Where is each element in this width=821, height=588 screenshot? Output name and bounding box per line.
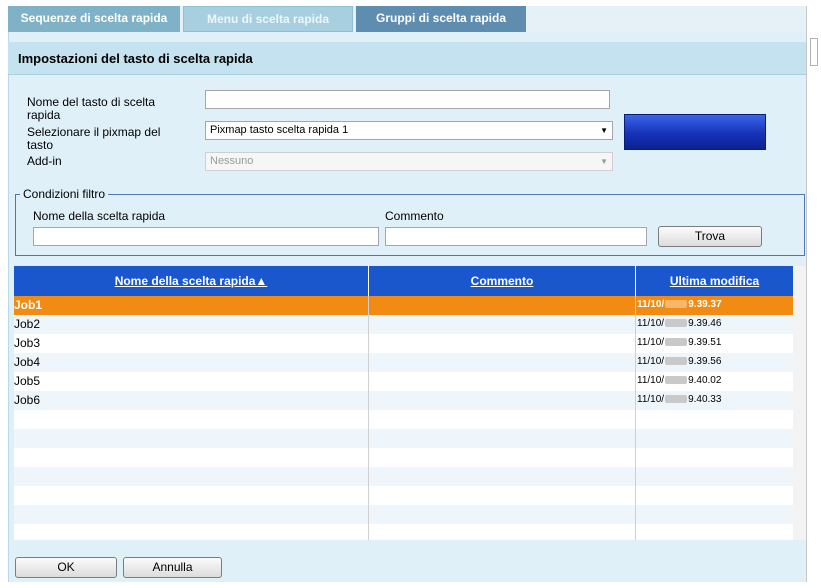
- row-date: 11/10/9.40.33: [637, 394, 721, 405]
- pixmap-select-value: Pixmap tasto scelta rapida 1: [210, 124, 349, 136]
- table-row[interactable]: Job3 11/10/9.39.51: [14, 334, 793, 353]
- find-button[interactable]: Trova: [658, 226, 762, 247]
- table-row-empty: [14, 429, 793, 448]
- table-row[interactable]: Job4 11/10/9.39.56: [14, 353, 793, 372]
- row-time: 9.39.46: [688, 318, 722, 329]
- row-date: 11/10/9.40.02: [637, 375, 721, 386]
- filter-name-input[interactable]: [33, 227, 379, 246]
- row-time: 9.40.02: [688, 375, 722, 386]
- redacted-year: [665, 395, 688, 404]
- filter-name-label: Nome della scelta rapida: [33, 209, 166, 223]
- pixmap-select[interactable]: Pixmap tasto scelta rapida 1 ▼: [205, 121, 613, 140]
- shortcut-table: Nome della scelta rapida▲ Commento Ultim…: [14, 266, 793, 540]
- redacted-year: [665, 376, 688, 385]
- table-scrollbar[interactable]: [793, 266, 806, 540]
- column-header-last-modified[interactable]: Ultima modifica: [636, 266, 793, 296]
- table-row-empty: [14, 410, 793, 429]
- table-row-empty: [14, 467, 793, 486]
- redacted-year: [665, 300, 688, 309]
- row-name: Job4: [14, 355, 41, 369]
- row-time: 9.40.33: [688, 394, 722, 405]
- tab-bar: Sequenze di scelta rapida Menu di scelta…: [8, 6, 806, 33]
- table-row-empty: [14, 486, 793, 505]
- key-name-input[interactable]: [205, 90, 610, 109]
- table-row[interactable]: Job1 11/10/9.39.37: [14, 296, 793, 315]
- chevron-down-icon: ▼: [600, 157, 608, 166]
- table-row[interactable]: Job6 11/10/9.40.33: [14, 391, 793, 410]
- tab-shortcut-sequences[interactable]: Sequenze di scelta rapida: [8, 6, 180, 32]
- row-date: 11/10/9.39.56: [637, 356, 721, 367]
- table-row[interactable]: Job2 11/10/9.39.46: [14, 315, 793, 334]
- row-date-prefix: 11/10/: [637, 356, 665, 367]
- column-divider: [635, 296, 636, 540]
- row-date-prefix: 11/10/: [637, 318, 665, 329]
- key-name-label-line2: rapida: [27, 108, 61, 122]
- filter-comment-label: Commento: [385, 209, 444, 223]
- row-name: Job5: [14, 374, 41, 388]
- section-header: Impostazioni del tasto di scelta rapida: [8, 42, 806, 75]
- key-name-label-line1: Nome del tasto di scelta: [27, 95, 156, 109]
- redacted-year: [665, 357, 688, 366]
- addin-select-value: Nessuno: [210, 155, 254, 167]
- redacted-year: [665, 338, 688, 347]
- row-time: 9.39.56: [688, 356, 722, 367]
- row-name: Job2: [14, 317, 41, 331]
- row-date-prefix: 11/10/: [637, 337, 665, 348]
- filter-legend: Condizioni filtro: [20, 187, 109, 201]
- pixmap-label-line1: Selezionare il pixmap del: [27, 125, 161, 139]
- row-name: Job1: [14, 298, 43, 312]
- ok-button[interactable]: OK: [15, 557, 117, 578]
- tab-shortcut-menu[interactable]: Menu di scelta rapida: [183, 6, 353, 32]
- row-date-prefix: 11/10/: [637, 375, 665, 386]
- row-date-prefix: 11/10/: [637, 299, 665, 310]
- row-date: 11/10/9.39.37: [637, 299, 722, 310]
- filter-comment-input[interactable]: [385, 227, 647, 246]
- table-row-empty: [14, 524, 793, 540]
- pixmap-label-line2: tasto: [27, 138, 54, 152]
- addin-select[interactable]: Nessuno ▼: [205, 152, 613, 171]
- row-time: 9.39.37: [688, 299, 722, 310]
- row-name: Job6: [14, 393, 41, 407]
- row-date: 11/10/9.39.51: [637, 337, 721, 348]
- column-header-name[interactable]: Nome della scelta rapida▲: [14, 266, 368, 296]
- tab-shortcut-groups[interactable]: Gruppi di scelta rapida: [356, 6, 526, 32]
- table-row-empty: [14, 448, 793, 467]
- chevron-down-icon: ▼: [600, 126, 608, 135]
- table-header: Nome della scelta rapida▲ Commento Ultim…: [14, 266, 793, 296]
- row-time: 9.39.51: [688, 337, 722, 348]
- shortcut-menu-window: Sequenze di scelta rapida Menu di scelta…: [0, 0, 821, 588]
- addin-label: Add-in: [27, 154, 62, 168]
- cancel-button[interactable]: Annulla: [123, 557, 222, 578]
- section-title: Impostazioni del tasto di scelta rapida: [18, 51, 253, 66]
- window-scrollbar-thumb[interactable]: [810, 38, 818, 66]
- column-divider: [368, 296, 369, 540]
- row-date: 11/10/9.39.46: [637, 318, 721, 329]
- row-name: Job3: [14, 336, 41, 350]
- table-row-empty: [14, 505, 793, 524]
- row-date-prefix: 11/10/: [637, 394, 665, 405]
- key-pixmap-preview: [624, 114, 766, 150]
- table-row[interactable]: Job5 11/10/9.40.02: [14, 372, 793, 391]
- column-header-comment[interactable]: Commento: [369, 266, 635, 296]
- window-scrollbar[interactable]: [806, 6, 821, 582]
- redacted-year: [665, 319, 688, 328]
